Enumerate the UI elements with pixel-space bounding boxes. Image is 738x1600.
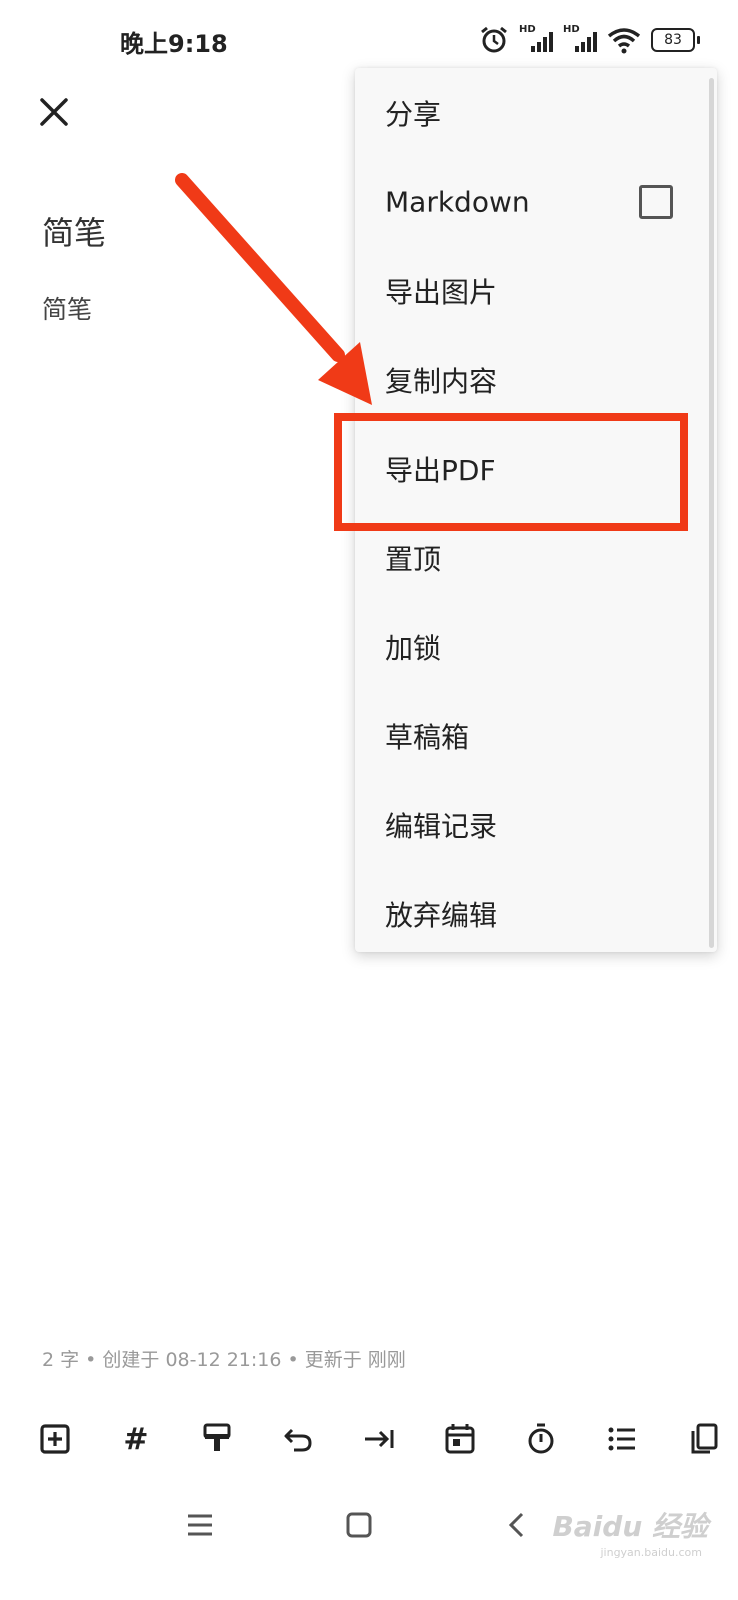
annotation-highlight-box — [334, 413, 688, 531]
list-icon[interactable] — [600, 1417, 644, 1461]
undo-icon[interactable] — [276, 1417, 320, 1461]
add-box-icon[interactable] — [33, 1417, 77, 1461]
indent-icon[interactable] — [357, 1417, 401, 1461]
nav-back-button[interactable] — [494, 1502, 540, 1548]
menu-icon — [188, 1514, 212, 1536]
editor-toolbar: # — [0, 1405, 738, 1475]
copy-icon[interactable] — [682, 1417, 726, 1461]
hashtag-icon[interactable]: # — [114, 1417, 158, 1461]
home-icon — [346, 1512, 372, 1538]
format-paint-icon[interactable] — [195, 1417, 239, 1461]
note-meta-info: 2 字 • 创建于 08-12 21:16 • 更新于 刚刚 — [42, 1349, 406, 1371]
nav-home-button[interactable] — [336, 1502, 382, 1548]
back-icon — [508, 1512, 524, 1538]
baidu-watermark: Baidu 经验 — [552, 1510, 708, 1543]
timer-icon[interactable] — [519, 1417, 563, 1461]
nav-menu-button[interactable] — [177, 1502, 223, 1548]
calendar-icon[interactable] — [438, 1417, 482, 1461]
watermark-url: jingyan.baidu.com — [600, 1546, 702, 1559]
